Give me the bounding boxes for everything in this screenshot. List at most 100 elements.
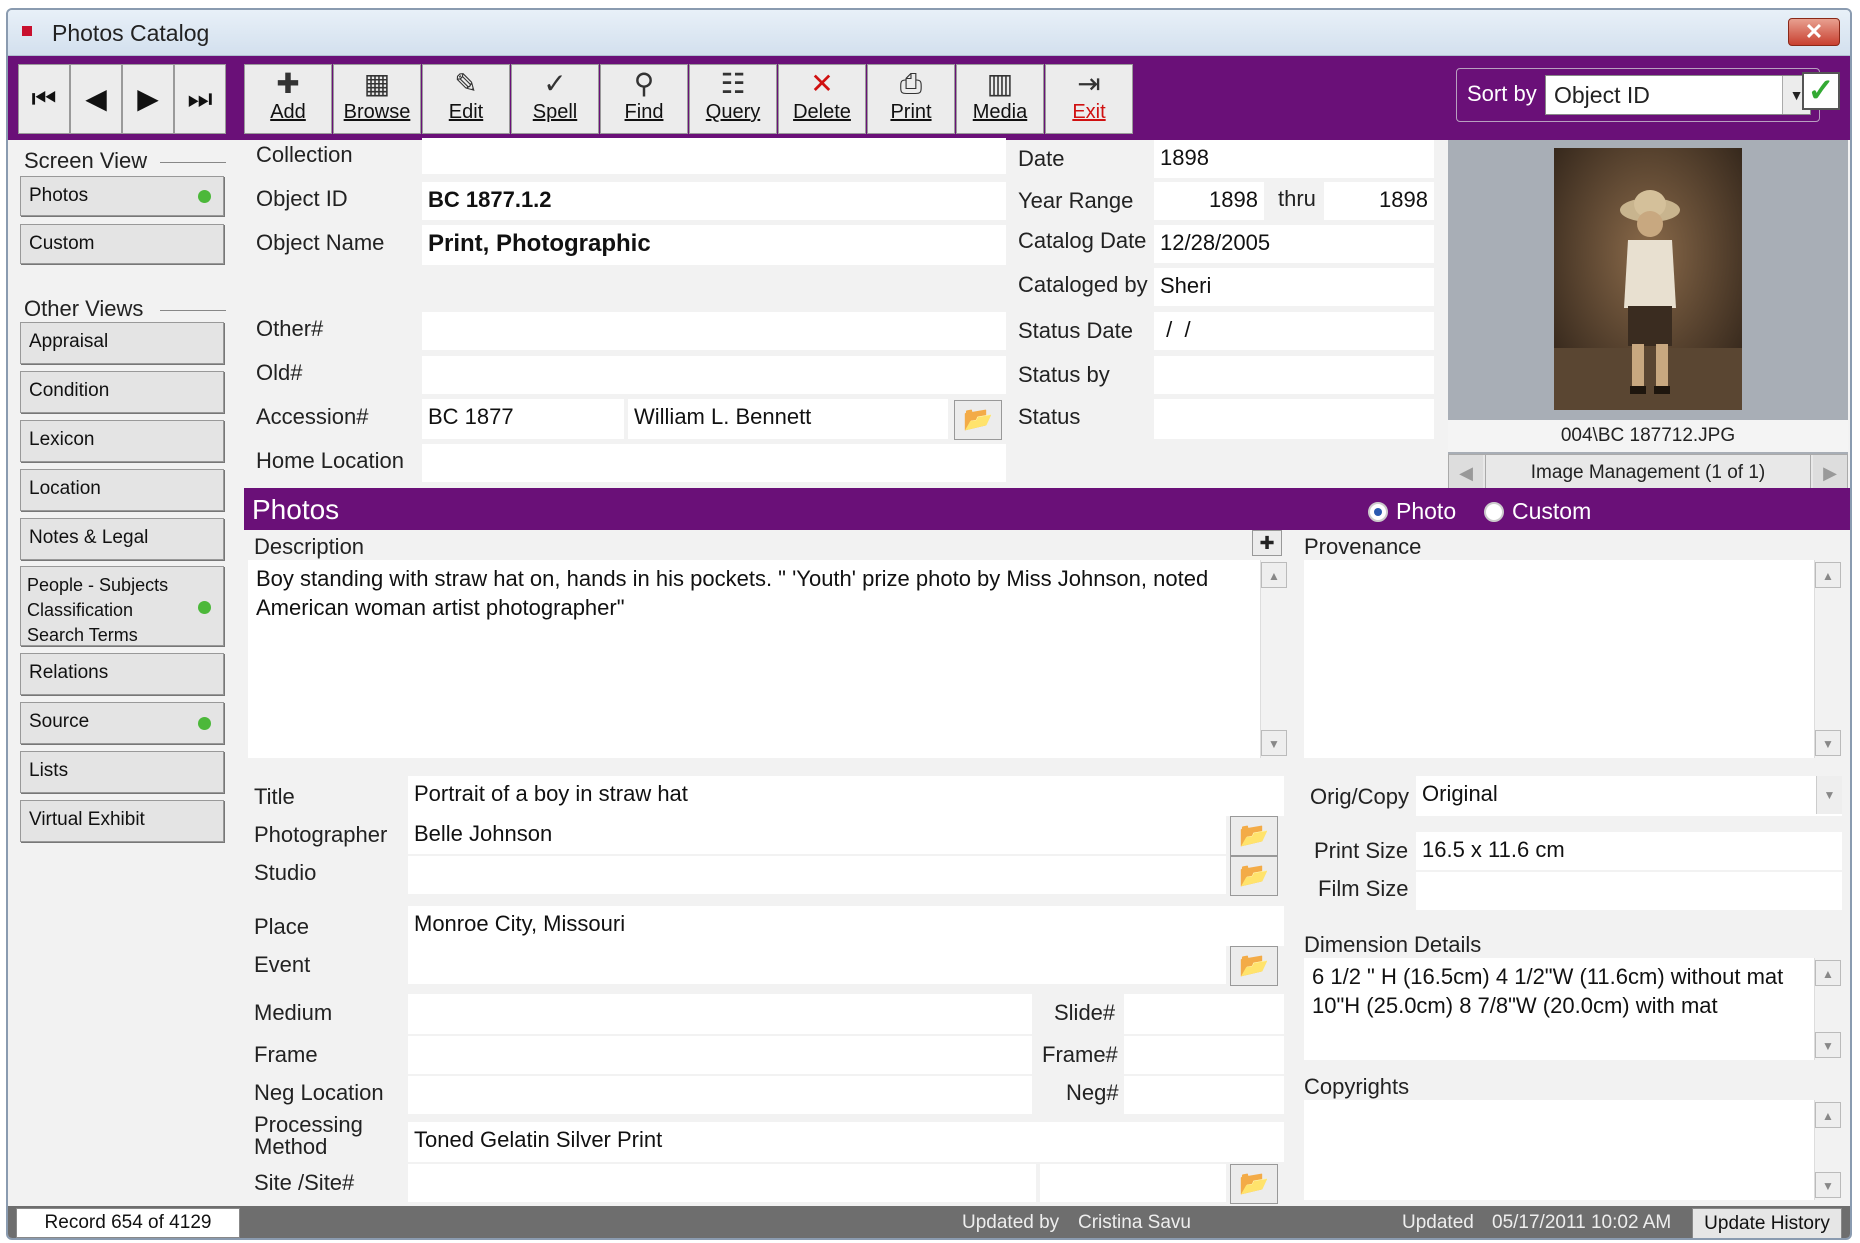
browse-button[interactable]: ▦ Browse [333, 64, 421, 134]
dimension-scrollbar[interactable]: ▲ ▼ [1814, 958, 1841, 1060]
next-record-button[interactable]: ▶ [122, 64, 174, 134]
title-field[interactable]: Portrait of a boy in straw hat [408, 776, 1284, 816]
edit-button[interactable]: ✎ Edit [422, 64, 510, 134]
scroll-up-icon[interactable]: ▲ [1815, 960, 1841, 986]
status-field[interactable] [1154, 399, 1434, 439]
folder-open-icon[interactable]: 📂 [1230, 856, 1278, 896]
sidebar-item-condition[interactable]: Condition [20, 371, 224, 413]
folder-open-icon[interactable]: 📂 [1230, 946, 1278, 986]
sidebar-item-source[interactable]: Source [20, 702, 224, 744]
photo-thumbnail[interactable] [1554, 148, 1742, 410]
custom-radio[interactable]: Custom [1484, 498, 1591, 525]
spell-button[interactable]: ✓ Spell [511, 64, 599, 134]
image-filename: 004\BC 187712.JPG [1448, 420, 1848, 452]
cataloged-by-field[interactable]: Sheri [1154, 268, 1434, 306]
sidebar-item-lexicon[interactable]: Lexicon [20, 420, 224, 462]
site-number-field[interactable] [1040, 1164, 1226, 1202]
previous-record-button[interactable]: ◀ [70, 64, 122, 134]
updated-timestamp: 05/17/2011 10:02 AM [1492, 1212, 1672, 1233]
accession-number-field[interactable]: BC 1877 [422, 399, 624, 439]
medium-field[interactable] [408, 994, 1032, 1034]
image-previous-button[interactable]: ◀ [1449, 455, 1483, 491]
place-field[interactable]: Monroe City, Missouri [408, 906, 1284, 946]
print-size-field[interactable]: 16.5 x 11.6 cm [1416, 832, 1842, 870]
sidebar-item-photos[interactable]: Photos [20, 176, 224, 216]
home-location-field[interactable] [422, 444, 1006, 482]
status-date-field[interactable]: / / [1154, 312, 1434, 350]
browse-icon: ▦ [363, 68, 391, 99]
object-id-field[interactable]: BC 1877.1.2 [422, 182, 1006, 220]
checkmark-button[interactable]: ✓ [1802, 72, 1840, 110]
exit-button[interactable]: ⇥ Exit [1045, 64, 1133, 134]
add-icon: ✚ [276, 68, 300, 99]
photographer-field[interactable]: Belle Johnson [408, 816, 1226, 854]
collection-field[interactable] [422, 138, 1006, 174]
scroll-up-icon[interactable]: ▲ [1815, 562, 1841, 588]
accession-name-field[interactable]: William L. Bennett [628, 399, 948, 439]
folder-open-icon[interactable]: 📂 [1230, 1164, 1278, 1204]
scroll-down-icon[interactable]: ▼ [1815, 1172, 1841, 1198]
sidebar-item-relations[interactable]: Relations [20, 653, 224, 695]
frame-number-field[interactable] [1124, 1036, 1284, 1074]
film-size-field[interactable] [1416, 872, 1842, 910]
sidebar-item-virtual-exhibit[interactable]: Virtual Exhibit [20, 800, 224, 842]
find-button[interactable]: ⚲ Find [600, 64, 688, 134]
media-button[interactable]: ▥ Media [956, 64, 1044, 134]
sidebar-item-notes-legal[interactable]: Notes & Legal [20, 518, 224, 560]
old-number-field[interactable] [422, 356, 1006, 394]
spell-check-icon: ✓ [543, 68, 567, 99]
site-label: Site /Site# [254, 1170, 355, 1195]
processing-method-field[interactable]: Toned Gelatin Silver Print [408, 1122, 1284, 1162]
provenance-scrollbar[interactable]: ▲ ▼ [1814, 560, 1841, 758]
sort-by-dropdown[interactable]: Object ID ▼ [1545, 75, 1811, 115]
folder-open-icon[interactable]: 📂 [1230, 816, 1278, 856]
scroll-down-icon[interactable]: ▼ [1815, 730, 1841, 756]
sidebar-item-appraisal[interactable]: Appraisal [20, 322, 224, 364]
scroll-down-icon[interactable]: ▼ [1261, 730, 1287, 756]
delete-button[interactable]: ✕ Delete [778, 64, 866, 134]
print-button[interactable]: ⎙ Print [867, 64, 955, 134]
plus-icon[interactable]: ✚ [1252, 530, 1282, 556]
title-label: Title [254, 784, 295, 809]
close-button[interactable]: ✕ [1788, 18, 1840, 46]
description-textarea[interactable]: Boy standing with straw hat on, hands in… [248, 560, 1260, 758]
query-button[interactable]: ☷ Query [689, 64, 777, 134]
date-label: Date [1018, 146, 1065, 171]
description-scrollbar[interactable]: ▲ ▼ [1260, 560, 1287, 758]
dimension-details-textarea[interactable]: 6 1/2 " H (16.5cm) 4 1/2"W (11.6cm) with… [1304, 958, 1832, 1060]
copyrights-scrollbar[interactable]: ▲ ▼ [1814, 1100, 1841, 1200]
image-next-button[interactable]: ▶ [1813, 455, 1847, 491]
scroll-down-icon[interactable]: ▼ [1815, 1032, 1841, 1058]
scroll-up-icon[interactable]: ▲ [1261, 562, 1287, 588]
sidebar-item-custom[interactable]: Custom [20, 224, 224, 264]
year-to-field[interactable]: 1898 [1324, 182, 1434, 220]
photo-radio[interactable]: Photo [1368, 498, 1456, 525]
studio-field[interactable] [408, 856, 1226, 894]
copyrights-textarea[interactable] [1304, 1100, 1832, 1200]
orig-copy-dropdown[interactable]: Original ▼ [1416, 776, 1842, 816]
provenance-textarea[interactable] [1304, 560, 1832, 758]
add-button[interactable]: ✚ Add [244, 64, 332, 134]
status-by-field[interactable] [1154, 356, 1434, 394]
neg-location-field[interactable] [408, 1076, 1032, 1114]
date-field[interactable]: 1898 [1154, 140, 1434, 178]
update-history-button[interactable]: Update History [1692, 1208, 1842, 1238]
slide-number-field[interactable] [1124, 994, 1284, 1034]
other-number-field[interactable] [422, 312, 1006, 350]
frame-field[interactable] [408, 1036, 1032, 1074]
first-record-button[interactable]: ⏮ [18, 64, 70, 134]
catalog-date-field[interactable]: 12/28/2005 [1154, 225, 1434, 263]
sidebar-item-location[interactable]: Location [20, 469, 224, 511]
scroll-up-icon[interactable]: ▲ [1815, 1102, 1841, 1128]
other-views-heading: Other Views [24, 296, 144, 321]
year-from-field[interactable]: 1898 [1154, 182, 1264, 220]
event-field[interactable] [408, 946, 1226, 984]
image-management-button[interactable]: Image Management (1 of 1) [1485, 455, 1811, 491]
folder-open-icon[interactable]: 📂 [954, 400, 1002, 440]
last-record-button[interactable]: ⏭ [174, 64, 226, 134]
neg-number-field[interactable] [1124, 1076, 1284, 1114]
object-name-field[interactable]: Print, Photographic [422, 225, 1006, 265]
sidebar-item-lists[interactable]: Lists [20, 751, 224, 793]
sidebar-item-people-subjects[interactable]: People - Subjects Classification Search … [20, 566, 224, 646]
site-field[interactable] [408, 1164, 1036, 1202]
